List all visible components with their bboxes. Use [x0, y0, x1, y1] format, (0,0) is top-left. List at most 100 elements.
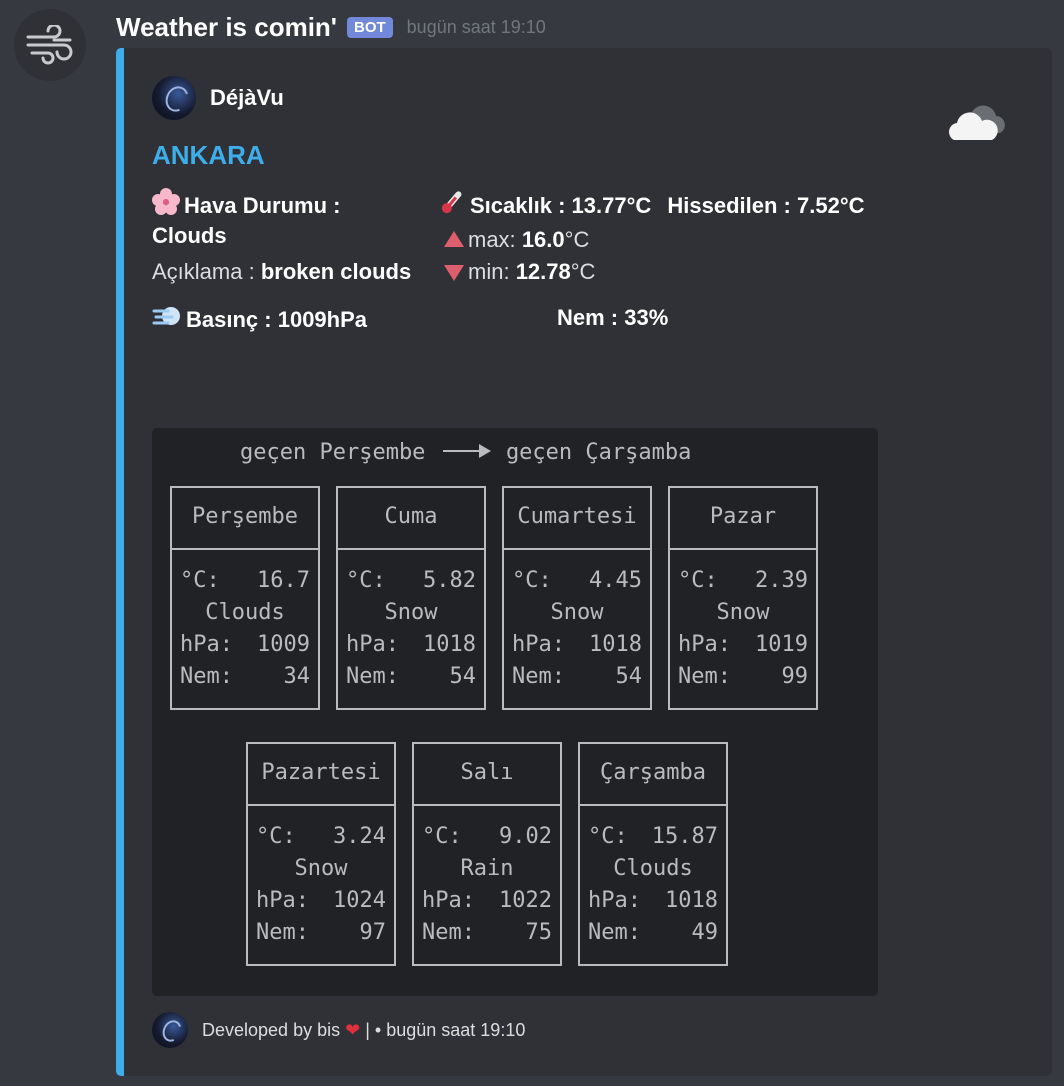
dash-cloud-icon — [152, 302, 182, 339]
nem-label: Nem : — [557, 305, 619, 330]
pressure-value: 1024 — [333, 888, 386, 913]
pressure-label: hPa: — [256, 888, 309, 913]
sicaklik-value: 13.77°C — [571, 193, 652, 218]
day-name: Perşembe — [192, 504, 298, 529]
temp-label: °C: — [512, 568, 552, 593]
divider — [248, 804, 394, 806]
aciklama-value: broken clouds — [260, 259, 412, 284]
divider — [670, 548, 816, 550]
min-unit: °C — [570, 259, 596, 284]
aciklama-field: Açıklama : broken clouds — [152, 256, 411, 288]
pressure-label: hPa: — [678, 632, 731, 657]
sicaklik-field: Sıcaklık : 13.77°C Hissedilen : 7.52°C — [438, 188, 865, 225]
divider — [172, 548, 318, 550]
forecast-codeblock: geçen Perşembe geçen Çarşamba Perşembe °… — [152, 428, 878, 996]
condition-value: Clouds — [205, 600, 285, 625]
max-label: max: — [468, 227, 516, 252]
temp-row: °C: 16.7 — [180, 568, 310, 593]
humidity-value: 97 — [359, 920, 387, 945]
bot-avatar[interactable] — [14, 9, 86, 81]
pressure-value: 1018 — [589, 632, 642, 657]
condition-value: Clouds — [613, 856, 693, 881]
message-header: Weather is comin' BOT bugün saat 19:10 — [116, 10, 546, 44]
temp-value: 2.39 — [755, 568, 808, 593]
temp-value: 3.24 — [333, 824, 386, 849]
min-label: min: — [468, 259, 510, 284]
max-unit: °C — [564, 227, 590, 252]
galaxy-avatar-icon — [152, 76, 196, 120]
day-name: Pazar — [709, 504, 777, 529]
condition-row: Snow — [512, 600, 642, 625]
sicaklik-label: Sıcaklık : — [470, 193, 566, 218]
humidity-value: 54 — [615, 664, 643, 689]
pressure-label: hPa: — [588, 888, 641, 913]
bot-username[interactable]: Weather is comin' — [116, 12, 337, 43]
pressure-row: hPa: 1018 — [512, 632, 642, 657]
day-name: Pazartesi — [261, 760, 381, 785]
condition-value: Rain — [460, 856, 514, 881]
cloud-icon[interactable] — [944, 100, 1010, 151]
temp-row: °C: 5.82 — [346, 568, 476, 593]
humidity-value: 49 — [691, 920, 719, 945]
condition-value: Snow — [716, 600, 770, 625]
min-field: min: 12.78°C — [444, 256, 595, 288]
hissedilen-label: Hissedilen : — [667, 193, 791, 218]
pressure-row: hPa: 1024 — [256, 888, 386, 913]
footer-timestamp: bugün saat 19:10 — [386, 1019, 526, 1040]
max-field: max: 16.0°C — [444, 224, 589, 256]
nem-value: 33% — [624, 305, 669, 330]
humidity-label: Nem: — [180, 664, 233, 689]
day-card: Perşembe °C: 16.7 Clouds hPa: 1009 Nem: 34 — [170, 486, 320, 710]
day-name: Cuma — [384, 504, 438, 529]
hava-durumu-value: Clouds — [152, 223, 227, 248]
pressure-row: hPa: 1018 — [588, 888, 718, 913]
author-name: DéjàVu — [210, 85, 284, 110]
thermometer-icon — [438, 188, 466, 225]
aciklama-label: Açıklama : — [152, 259, 255, 284]
temp-row: °C: 4.45 — [512, 568, 642, 593]
min-value: 12.78 — [515, 259, 571, 284]
hava-durumu-label: Hava Durumu : — [184, 193, 341, 218]
humidity-value: 75 — [525, 920, 553, 945]
heart-icon: ❤ — [345, 1019, 361, 1040]
day-card: Salı °C: 9.02 Rain hPa: 1022 Nem: 75 — [412, 742, 562, 966]
footer-credit: Developed by bis — [202, 1019, 341, 1040]
pressure-label: hPa: — [512, 632, 565, 657]
day-card: Pazartesi °C: 3.24 Snow hPa: 1024 Nem: 97 — [246, 742, 396, 966]
humidity-label: Nem: — [346, 664, 399, 689]
temp-row: °C: 2.39 — [678, 568, 808, 593]
condition-row: Snow — [256, 856, 386, 881]
humidity-value: 54 — [449, 664, 477, 689]
humidity-label: Nem: — [512, 664, 565, 689]
temp-value: 9.02 — [499, 824, 552, 849]
triangle-down-icon — [444, 265, 464, 281]
pressure-value: 1019 — [755, 632, 808, 657]
condition-row: Snow — [346, 600, 476, 625]
max-value: 16.0 — [521, 227, 565, 252]
divider — [580, 804, 726, 806]
humidity-row: Nem: 99 — [678, 664, 808, 689]
pressure-label: hPa: — [422, 888, 475, 913]
pressure-value: 1018 — [665, 888, 718, 913]
humidity-row: Nem: 97 — [256, 920, 386, 945]
day-card: Cumartesi °C: 4.45 Snow hPa: 1018 Nem: 54 — [502, 486, 652, 710]
footer-separator: | • — [365, 1019, 382, 1040]
condition-value: Snow — [550, 600, 604, 625]
forecast-to: geçen Çarşamba — [505, 440, 692, 465]
condition-value: Snow — [384, 600, 438, 625]
temp-value: 5.82 — [423, 568, 476, 593]
humidity-row: Nem: 34 — [180, 664, 310, 689]
condition-row: Snow — [678, 600, 808, 625]
divider — [504, 548, 650, 550]
forecast-header: geçen Perşembe geçen Çarşamba — [240, 440, 691, 465]
humidity-label: Nem: — [588, 920, 641, 945]
day-card: Çarşamba °C: 15.87 Clouds hPa: 1018 Nem: 49 — [578, 742, 728, 966]
humidity-row: Nem: 49 — [588, 920, 718, 945]
arrow-right-icon — [442, 444, 491, 458]
basinc-field: Basınç : 1009hPa — [152, 302, 367, 339]
pressure-row: hPa: 1018 — [346, 632, 476, 657]
condition-row: Rain — [422, 856, 552, 881]
pressure-row: hPa: 1009 — [180, 632, 310, 657]
humidity-label: Nem: — [422, 920, 475, 945]
divider — [414, 804, 560, 806]
